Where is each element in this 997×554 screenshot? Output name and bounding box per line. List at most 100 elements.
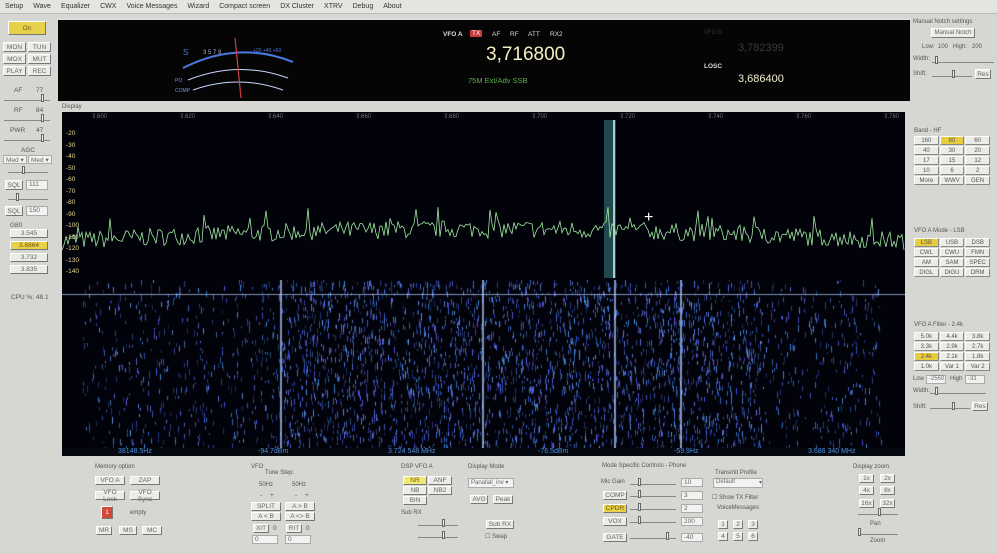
sql-slider[interactable]	[8, 193, 48, 201]
mode-button-usb[interactable]: USB	[939, 238, 965, 247]
mox-button[interactable]: MOX	[3, 54, 26, 64]
rit-button[interactable]: RIT	[286, 524, 302, 533]
mode-button-cwl[interactable]: CWL	[914, 248, 939, 257]
zoom-8x[interactable]: 8x	[880, 486, 895, 495]
filter-width-slider[interactable]	[930, 387, 986, 395]
agc-slider[interactable]	[8, 166, 48, 174]
menu-compact-screen[interactable]: Compact screen	[219, 3, 270, 10]
filter-button-2-4k[interactable]: 2.4k	[914, 352, 939, 361]
power-on-button[interactable]: On	[8, 21, 46, 35]
cpdr-button[interactable]: CPDR	[603, 504, 627, 513]
filter-high-input[interactable]: -31	[965, 375, 985, 384]
menu-voice-messages[interactable]: Voice Messages	[126, 3, 177, 10]
filter-button-2-7k[interactable]: 2.7k	[965, 342, 990, 351]
mode-button-am[interactable]: AM	[914, 258, 939, 267]
vfo-a-frequency[interactable]: 3,716800	[486, 44, 565, 66]
menu-wave[interactable]: Wave	[33, 3, 51, 10]
nb2-button[interactable]: NB2	[428, 486, 452, 495]
voice-msg-4[interactable]: 4	[718, 532, 728, 541]
filter-button-5-0k[interactable]: 5.0k	[914, 332, 939, 341]
mr-button[interactable]: MR	[96, 526, 112, 535]
band-button-160[interactable]: 160	[914, 136, 939, 145]
mc-button[interactable]: MC	[142, 526, 162, 535]
rf-slider[interactable]	[4, 114, 50, 122]
cpdr-slider[interactable]	[630, 503, 676, 511]
mut-button[interactable]: MUT	[28, 54, 51, 64]
menu-debug[interactable]: Debug	[353, 3, 374, 10]
anf-button[interactable]: ANF	[428, 476, 452, 485]
filter-button-1-8k[interactable]: 1.8k	[965, 352, 990, 361]
mic-gain-slider[interactable]	[630, 478, 676, 486]
tun-button[interactable]: TUN	[28, 42, 51, 52]
xit-input[interactable]: 0	[252, 535, 278, 544]
nb-button[interactable]: NB	[403, 486, 427, 495]
sql-value-2[interactable]: 150	[26, 206, 48, 216]
band-button-60[interactable]: 60	[965, 136, 990, 145]
band-button-17[interactable]: 17	[914, 156, 939, 165]
voice-msg-5[interactable]: 5	[733, 532, 743, 541]
memory-number[interactable]: 1	[101, 506, 113, 519]
band-button-15[interactable]: 15	[939, 156, 965, 165]
att-indicator[interactable]: ATT	[528, 31, 540, 38]
filter-button-2-1k[interactable]: 2.1k	[939, 352, 965, 361]
bin-button[interactable]: BIN	[403, 496, 427, 505]
agc-select-2[interactable]: Med ▾	[28, 155, 52, 164]
zoom-2x[interactable]: 2x	[880, 474, 895, 483]
af-indicator[interactable]: AF	[492, 31, 500, 38]
zoom-4x[interactable]: 4x	[859, 486, 874, 495]
pan-slider[interactable]	[858, 508, 898, 516]
rf-indicator[interactable]: RF	[510, 31, 519, 38]
voice-msg-1[interactable]: 1	[718, 520, 728, 529]
filter-button-3-3k[interactable]: 3.3k	[914, 342, 939, 351]
filter-reset-button[interactable]: Res	[972, 402, 988, 411]
band-memory-3[interactable]: 3.732	[10, 253, 48, 262]
filter-shift-slider[interactable]	[930, 402, 970, 410]
gate-button[interactable]: GATE	[603, 533, 627, 542]
memory-vfo-a-button[interactable]: VFO A	[95, 476, 125, 485]
menu-about[interactable]: About	[383, 3, 401, 10]
band-button-40[interactable]: 40	[914, 146, 939, 155]
step-up-2[interactable]: +	[305, 492, 309, 499]
mode-button-cwu[interactable]: CWU	[939, 248, 965, 257]
nr-button[interactable]: NR	[403, 476, 427, 485]
mode-button-dsb[interactable]: DSB	[965, 238, 990, 247]
menu-wizard[interactable]: Wizard	[187, 3, 209, 10]
band-button-30[interactable]: 30	[939, 146, 965, 155]
band-button-10[interactable]: 10	[914, 166, 939, 175]
gate-slider[interactable]	[630, 532, 676, 540]
mode-button-spec[interactable]: SPEC	[965, 258, 990, 267]
mode-button-fmn[interactable]: FMN	[965, 248, 990, 257]
mic-gain-value[interactable]: 10	[681, 478, 703, 487]
af-slider[interactable]	[4, 94, 50, 102]
band-button-6[interactable]: 6	[939, 166, 965, 175]
filter-button-var-2[interactable]: Var 2	[965, 362, 990, 371]
zap-button[interactable]: ZAP	[130, 476, 160, 485]
band-button-gen[interactable]: GEN	[965, 176, 990, 185]
voice-msg-6[interactable]: 6	[748, 532, 758, 541]
band-button-80[interactable]: 80	[939, 136, 965, 145]
sql-value-1[interactable]: 111	[26, 180, 48, 190]
a-swap-b-button[interactable]: A <> B	[285, 512, 315, 521]
band-memory-2[interactable]: 3.6864	[10, 241, 48, 250]
spectrum-plot[interactable]: +	[62, 112, 905, 282]
menu-cwx[interactable]: CWX	[100, 3, 116, 10]
filter-button-var-1[interactable]: Var 1	[939, 362, 965, 371]
notch-reset-button[interactable]: Res	[975, 69, 991, 79]
rit-input[interactable]: 0	[285, 535, 311, 544]
sql-button-1[interactable]: SQL	[5, 180, 23, 190]
play-button[interactable]: PLAY	[3, 66, 26, 76]
notch-shift-slider[interactable]	[932, 70, 972, 78]
band-button-more[interactable]: More	[914, 176, 939, 185]
xit-button[interactable]: XIT	[253, 524, 269, 533]
transmit-profile-select[interactable]: Default ▾	[713, 478, 763, 488]
split-button[interactable]: SPLIT	[251, 502, 281, 511]
pwr-slider[interactable]	[4, 134, 50, 142]
show-tx-filter-checkbox[interactable]: ☐ Show TX Filter	[712, 494, 758, 501]
tx-indicator[interactable]: TX	[470, 30, 483, 37]
sub-rx-slider-1[interactable]	[418, 519, 458, 527]
sql-button-2[interactable]: SQL	[5, 206, 23, 216]
vfo-b-frequency[interactable]: 3,782399	[738, 42, 784, 54]
filter-button-3-8k[interactable]: 3.8k	[965, 332, 990, 341]
peak-button[interactable]: Peak	[493, 495, 513, 504]
band-memory-4[interactable]: 3.835	[10, 265, 48, 274]
